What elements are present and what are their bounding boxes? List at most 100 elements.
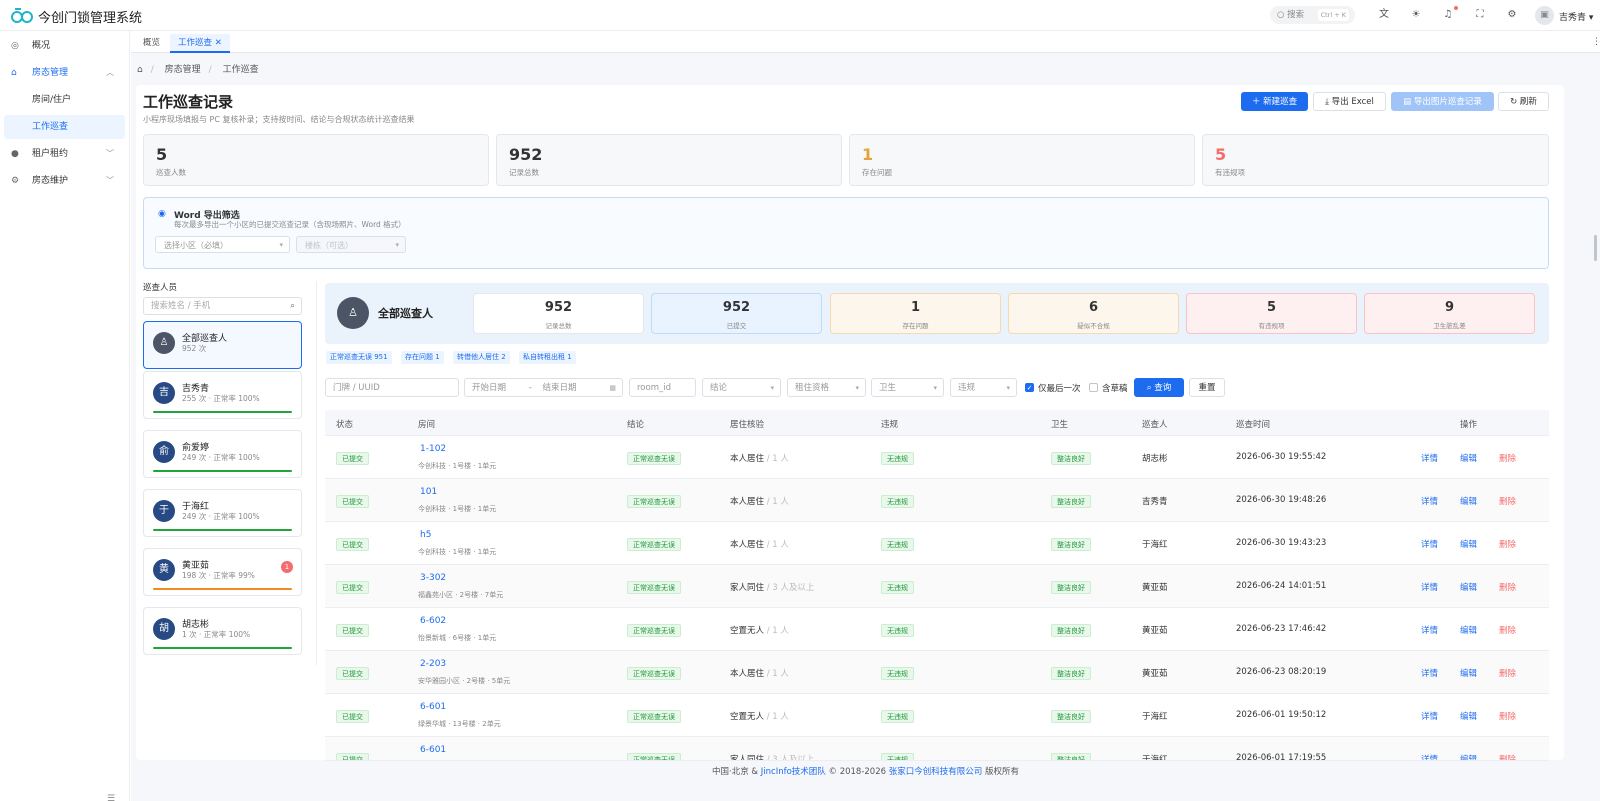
fullscreen-icon[interactable]: ⛶ (1473, 8, 1487, 22)
community-select[interactable]: 选择小区（必填） ▾ (155, 236, 290, 253)
conclusion-chip[interactable]: 正常巡查无误 951 (326, 351, 392, 364)
edit-link[interactable]: 编辑 (1460, 538, 1477, 550)
sidebar-item-maintenance[interactable]: ⚙ 房态维护 ﹀ (0, 169, 129, 193)
violation-tag: 无违规 (881, 624, 914, 637)
sidebar-item-room-status[interactable]: ⌂ 房态管理 ︿ (0, 61, 129, 85)
sidebar-item-overview[interactable]: ◎ 概况 (0, 34, 129, 58)
breadcrumb-item[interactable]: 房态管理 (165, 65, 201, 75)
collapse-sidebar-icon[interactable]: ☰ (107, 794, 115, 801)
inspector-card-all[interactable]: ♙ 全部巡查人 952 次 (143, 321, 302, 369)
sidebar-item-label: 房态管理 (32, 68, 69, 78)
door-uuid-input[interactable]: 门牌 / UUID (325, 378, 459, 397)
detail-link[interactable]: 详情 (1421, 753, 1438, 760)
room-id-input[interactable]: room_id (629, 378, 696, 397)
global-search[interactable]: ○ 搜索 Ctrl + K (1270, 6, 1355, 24)
settings-gear-icon[interactable]: ⚙ (1505, 8, 1519, 22)
edit-link[interactable]: 编辑 (1460, 753, 1477, 760)
inspector-card[interactable]: 俞 俞爱婷 249 次 · 正常率 100% (143, 430, 302, 478)
edit-link[interactable]: 编辑 (1460, 710, 1477, 722)
new-inspection-button[interactable]: ＋ 新建巡查 (1241, 92, 1308, 111)
residence-type: 本人居住 (730, 454, 765, 464)
home-icon[interactable]: ⌂ (137, 65, 143, 75)
footer-team-link[interactable]: JincInfo技术团队 (761, 767, 826, 777)
delete-link[interactable]: 删除 (1499, 495, 1516, 507)
residence-type: 本人居住 (730, 669, 765, 679)
sidebar-item-tenants[interactable]: ● 租户租约 ﹀ (0, 142, 129, 166)
delete-link[interactable]: 删除 (1499, 581, 1516, 593)
detail-link[interactable]: 详情 (1421, 538, 1438, 550)
export-image-button[interactable]: ▤ 导出图片巡查记录 (1391, 92, 1494, 111)
delete-link[interactable]: 删除 (1499, 452, 1516, 464)
detail-link[interactable]: 详情 (1421, 581, 1438, 593)
date-range-picker[interactable]: 开始日期 - 结束日期 ▦ (464, 378, 623, 397)
inspector-name: 于海红 (1142, 755, 1168, 761)
status-badge: 已提交 (336, 495, 369, 508)
inspector-card[interactable]: 胡 胡志彬 1 次 · 正常率 100% (143, 607, 302, 655)
sidebar: ◎ 概况 ⌂ 房态管理 ︿ 房间/住户 工作巡查 ● 租户租约 ﹀ ⚙ 房态维护… (0, 31, 130, 801)
include-draft-checkbox[interactable] (1089, 383, 1098, 392)
button-label: 新建巡查 (1263, 97, 1298, 107)
table-row: 已提交 h5 今创科技 · 1号楼 · 1单元 正常巡查无误 本人居住 / 1 人 无违规… (325, 522, 1549, 565)
room-link[interactable]: h5 (420, 530, 431, 540)
theme-sun-icon[interactable]: ☀ (1409, 8, 1423, 22)
room-link[interactable]: 101 (420, 487, 437, 497)
delete-link[interactable]: 删除 (1499, 753, 1516, 760)
user-avatar[interactable]: ▣ (1535, 6, 1554, 25)
edit-link[interactable]: 编辑 (1460, 495, 1477, 507)
room-link[interactable]: 6-602 (420, 616, 446, 626)
stat-value: 5 (156, 145, 168, 164)
footer-company-link[interactable]: 张家口今创科技有限公司 (889, 767, 983, 777)
conclusion-select[interactable]: 结论 ▾ (702, 378, 781, 397)
status-badge: 已提交 (336, 667, 369, 680)
user-menu[interactable]: 吉秀青 ▾ (1559, 10, 1593, 23)
sidebar-item-rooms[interactable]: 房间/住户 (4, 88, 125, 112)
table-row: 已提交 2-203 安华雅园小区 · 2号楼 · 5单元 正常巡查无误 本人居住 / 1… (325, 651, 1549, 694)
hygiene-select[interactable]: 卫生 ▾ (871, 378, 944, 397)
more-vertical-icon[interactable]: ⋮ (1592, 37, 1600, 47)
detail-link[interactable]: 详情 (1421, 452, 1438, 464)
inspector-card[interactable]: 于 于海红 249 次 · 正常率 100% (143, 489, 302, 537)
edit-link[interactable]: 编辑 (1460, 581, 1477, 593)
export-excel-button[interactable]: ⤓ 导出 Excel (1313, 92, 1386, 111)
detail-link[interactable]: 详情 (1421, 667, 1438, 679)
only-last-checkbox[interactable]: ✓ (1025, 383, 1034, 392)
qualification-select[interactable]: 租住资格 ▾ (787, 378, 866, 397)
page-scrollbar[interactable] (1594, 235, 1597, 261)
room-link[interactable]: 2-203 (420, 659, 446, 669)
detail-link[interactable]: 详情 (1421, 495, 1438, 507)
detail-link[interactable]: 详情 (1421, 624, 1438, 636)
delete-link[interactable]: 删除 (1499, 710, 1516, 722)
room-link[interactable]: 6-601 (420, 745, 446, 755)
tab-label: 工作巡查 (178, 38, 213, 48)
inspector-card[interactable]: 黄 黄亚茹 198 次 · 正常率 99% 1 (143, 548, 302, 596)
refresh-button[interactable]: ↻ 刷新 (1498, 92, 1549, 111)
translate-icon[interactable]: 文 (1377, 8, 1391, 22)
conclusion-chip[interactable]: 存在问题 1 (401, 351, 444, 364)
room-link[interactable]: 6-601 (420, 702, 446, 712)
inspector-card[interactable]: 吉 吉秀青 255 次 · 正常率 100% (143, 371, 302, 419)
conclusion-chip[interactable]: 转借他人居住 2 (453, 351, 510, 364)
delete-link[interactable]: 删除 (1499, 538, 1516, 550)
room-link[interactable]: 1-102 (420, 444, 446, 454)
people-search-input[interactable]: 搜索姓名 / 手机 ⌕ (143, 297, 302, 315)
tab-inspection[interactable]: 工作巡查 ✕ (170, 34, 230, 53)
edit-link[interactable]: 编辑 (1460, 667, 1477, 679)
violation-select[interactable]: 违规 ▾ (950, 378, 1017, 397)
conclusion-chip[interactable]: 私自转租出租 1 (519, 351, 576, 364)
inspector-count: 249 次 · 正常率 100% (182, 512, 260, 521)
building-select[interactable]: 楼栋（可选） ▾ (296, 236, 406, 253)
delete-link[interactable]: 删除 (1499, 624, 1516, 636)
select-placeholder: 选择小区（必填） (164, 241, 228, 250)
close-icon[interactable]: ✕ (215, 38, 222, 48)
edit-link[interactable]: 编辑 (1460, 452, 1477, 464)
reset-button[interactable]: 重置 (1189, 378, 1225, 397)
sidebar-item-inspection[interactable]: 工作巡查 (4, 115, 125, 139)
tab-overview[interactable]: 概览 (135, 34, 168, 53)
room-link[interactable]: 3-302 (420, 573, 446, 583)
query-button[interactable]: ⌕ 查询 (1134, 378, 1184, 397)
bell-icon[interactable]: ♫ (1441, 8, 1455, 22)
delete-link[interactable]: 删除 (1499, 667, 1516, 679)
edit-link[interactable]: 编辑 (1460, 624, 1477, 636)
violation-tag: 无违规 (881, 452, 914, 465)
detail-link[interactable]: 详情 (1421, 710, 1438, 722)
